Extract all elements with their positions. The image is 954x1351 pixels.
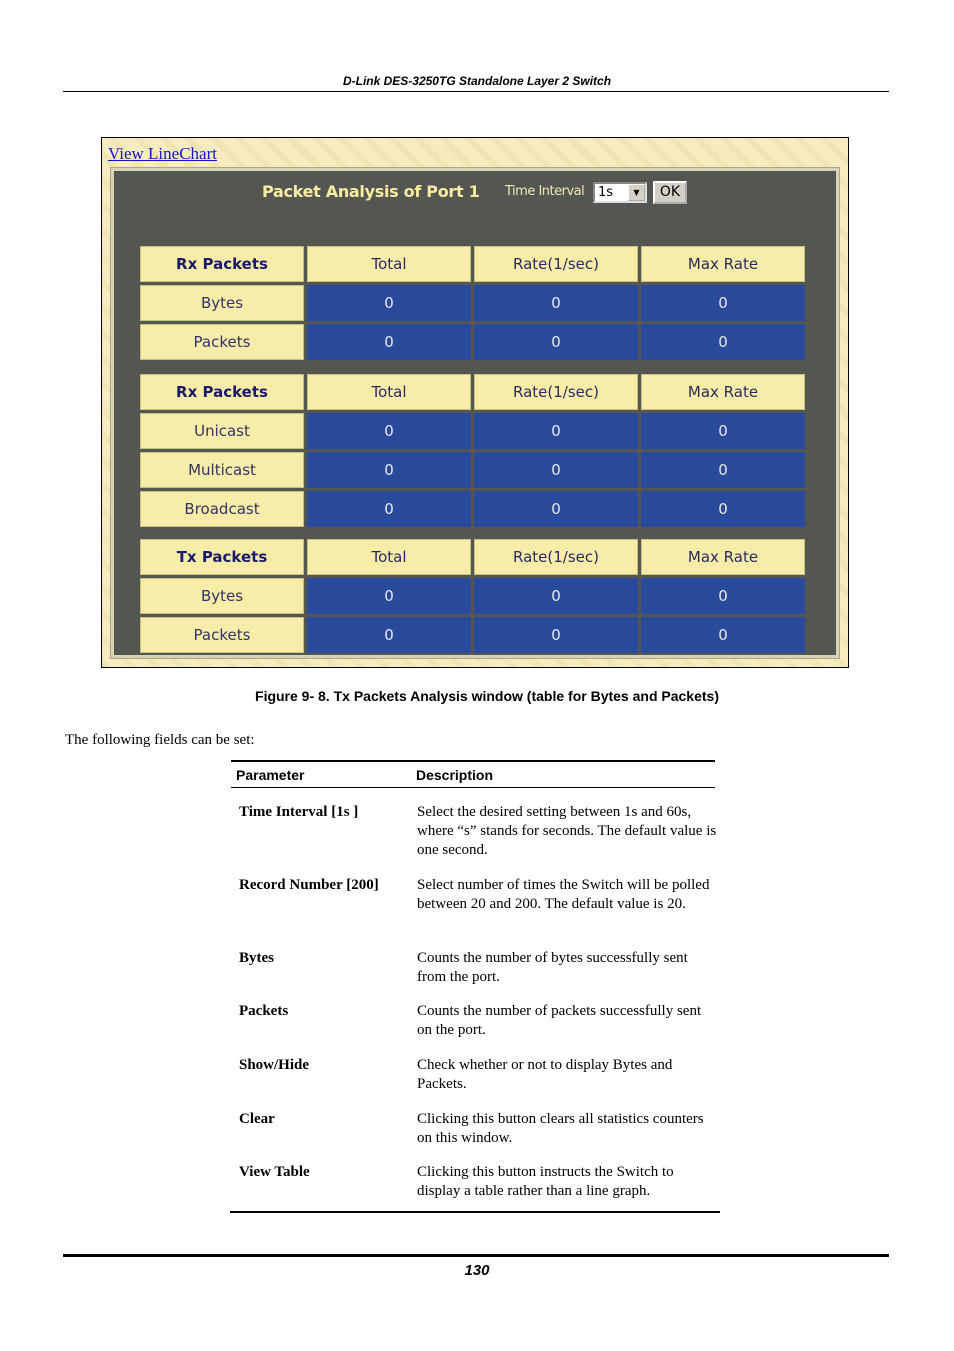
chevron-down-icon[interactable]: ▼	[628, 184, 645, 201]
document-header: D-Link DES-3250TG Standalone Layer 2 Swi…	[342, 74, 612, 88]
time-interval-select[interactable]: 1s ▼	[593, 182, 647, 203]
parameter-row: Clear Clicking this button clears all sta…	[239, 1110, 717, 1148]
column-header: Rx Packets	[140, 374, 304, 410]
packet-analysis-screenshot: View LineChart Packet Analysis of Port 1…	[101, 137, 849, 668]
page-number: 130	[464, 1262, 490, 1279]
parameter-description: Counts the number of bytes successfully …	[417, 950, 688, 985]
parameter-name: Clear	[239, 1111, 275, 1127]
parameter-name: Record Number [200]	[239, 877, 379, 893]
stats-row: Bytes 0 0 0	[140, 285, 805, 321]
parameter-description: Counts the number of packets successfull…	[417, 1003, 702, 1038]
row-label: Bytes	[140, 285, 304, 321]
stat-value: 0	[641, 285, 805, 321]
column-header: Total	[307, 246, 471, 282]
ok-button[interactable]: OK	[653, 181, 687, 204]
column-header: Rate(1/sec)	[474, 539, 638, 575]
column-header: Tx Packets	[140, 539, 304, 575]
stats-row: Bytes 0 0 0	[140, 578, 805, 614]
stat-value: 0	[474, 578, 638, 614]
stat-value: 0	[474, 413, 638, 449]
stats-row: Multicast 0 0 0	[140, 452, 805, 488]
stat-value: 0	[474, 324, 638, 360]
parameter-description: Check whether or not to display Bytes an…	[417, 1057, 673, 1092]
stat-value: 0	[474, 491, 638, 527]
parameter-name: Time Interval [1s ]	[239, 804, 359, 820]
parameter-name: Show/Hide	[239, 1057, 310, 1073]
row-label: Broadcast	[140, 491, 304, 527]
parameter-row: Packets Counts the number of packets succ…	[239, 1002, 717, 1040]
column-header: Max Rate	[641, 539, 805, 575]
stats-header-row: Tx Packets Total Rate(1/sec) Max Rate	[140, 539, 805, 575]
row-label: Unicast	[140, 413, 304, 449]
stat-value: 0	[641, 413, 805, 449]
stat-value: 0	[641, 491, 805, 527]
stat-value: 0	[641, 324, 805, 360]
stat-value: 0	[474, 617, 638, 653]
stat-value: 0	[641, 617, 805, 653]
parameter-row: Record Number [200] Select number of time…	[239, 876, 717, 914]
table-bottom-rule	[230, 1211, 720, 1213]
header-parameter: Parameter	[236, 766, 305, 783]
parameter-description: Select the desired setting between 1s an…	[417, 804, 717, 858]
parameter-description: Clicking this button instructs the Switc…	[417, 1164, 674, 1199]
stats-row: Unicast 0 0 0	[140, 413, 805, 449]
parameter-name: Bytes	[239, 950, 274, 966]
parameter-name: View Table	[239, 1164, 310, 1180]
parameter-row: View Table Clicking this button instructs…	[239, 1163, 717, 1201]
header-description: Description	[416, 766, 494, 783]
parameter-row: Time Interval [1s ] Select the desired se…	[239, 803, 717, 860]
footer-divider	[63, 1254, 889, 1257]
stat-value: 0	[307, 452, 471, 488]
rx-bytes-packets-table: Rx Packets Total Rate(1/sec) Max Rate Bytes 0…	[137, 243, 808, 363]
parameter-description: Clicking this button clears all statisti…	[417, 1111, 704, 1146]
tx-bytes-packets-table: Tx Packets Total Rate(1/sec) Max Rate Bytes 0…	[137, 536, 808, 656]
stats-header-row: Rx Packets Total Rate(1/sec) Max Rate	[140, 246, 805, 282]
header-divider	[63, 91, 889, 92]
stat-value: 0	[474, 452, 638, 488]
row-label: Packets	[140, 324, 304, 360]
stat-value: 0	[641, 578, 805, 614]
stat-value: 0	[307, 578, 471, 614]
column-header: Rate(1/sec)	[474, 246, 638, 282]
parameter-table: Parameter Description	[231, 760, 719, 788]
stats-header-row: Rx Packets Total Rate(1/sec) Max Rate	[140, 374, 805, 410]
view-linechart-link[interactable]: View LineChart	[108, 144, 217, 164]
stats-row: Packets 0 0 0	[140, 617, 805, 653]
stats-row: Packets 0 0 0	[140, 324, 805, 360]
time-interval-label: Time Interval	[505, 184, 585, 199]
figure-caption: Figure 9- 8. Tx Packets Analysis window …	[255, 688, 719, 704]
column-header: Rate(1/sec)	[474, 374, 638, 410]
parameter-row: Bytes Counts the number of bytes successf…	[239, 949, 717, 987]
rx-cast-table: Rx Packets Total Rate(1/sec) Max Rate Unicas…	[137, 371, 808, 530]
row-label: Multicast	[140, 452, 304, 488]
stat-value: 0	[307, 324, 471, 360]
time-interval-value: 1s	[598, 185, 614, 200]
stat-value: 0	[307, 413, 471, 449]
column-header: Max Rate	[641, 374, 805, 410]
column-header: Rx Packets	[140, 246, 304, 282]
stat-value: 0	[307, 285, 471, 321]
intro-text: The following fields can be set:	[65, 732, 255, 748]
parameter-name: Packets	[239, 1003, 289, 1019]
column-header: Total	[307, 539, 471, 575]
panel-title: Packet Analysis of Port 1	[262, 182, 480, 201]
stat-value: 0	[307, 491, 471, 527]
stats-row: Broadcast 0 0 0	[140, 491, 805, 527]
row-label: Bytes	[140, 578, 304, 614]
parameter-row: Show/Hide Check whether or not to display…	[239, 1056, 717, 1094]
column-header: Total	[307, 374, 471, 410]
stat-value: 0	[307, 617, 471, 653]
stat-value: 0	[641, 452, 805, 488]
packet-analysis-panel: Packet Analysis of Port 1 Time Interval …	[110, 167, 840, 659]
column-header: Max Rate	[641, 246, 805, 282]
stat-value: 0	[474, 285, 638, 321]
parameter-description: Select number of times the Switch will b…	[417, 877, 710, 912]
parameter-table-header: Parameter Description	[231, 762, 715, 788]
row-label: Packets	[140, 617, 304, 653]
